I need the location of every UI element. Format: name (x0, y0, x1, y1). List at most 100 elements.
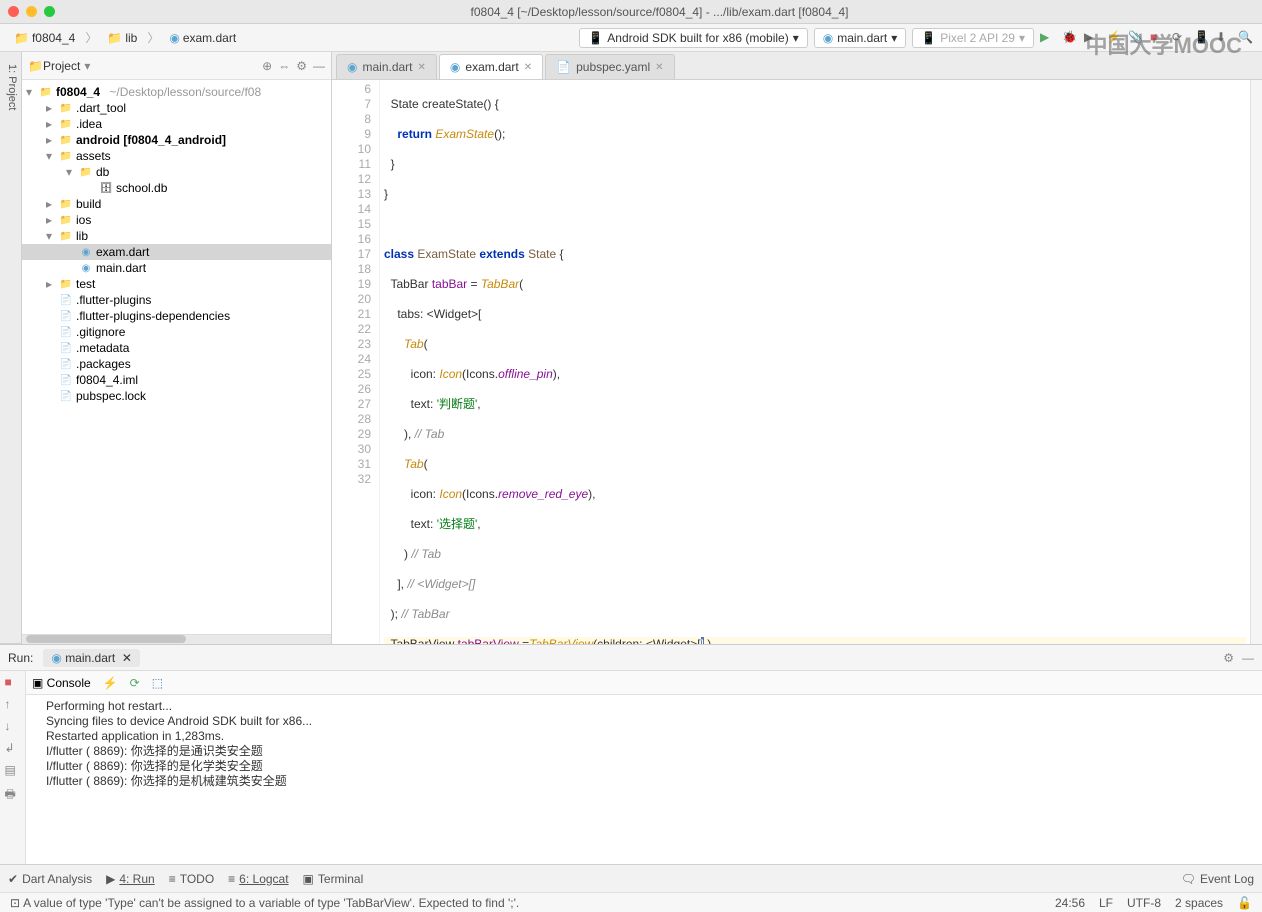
editor-scrollbar[interactable] (1250, 80, 1262, 644)
dart-analysis-tab[interactable]: ✔ Dart Analysis (8, 872, 92, 886)
run-panel: Run: ◉ main.dart ✕ ⚙ — ■ ↑ ↓ ↲ ▤ 🖶 ▣ Con… (0, 644, 1262, 864)
run-label: Run: (8, 651, 33, 665)
run-tab[interactable]: ▶ 4: Run (106, 872, 155, 886)
attach-icon[interactable]: 📎 (1128, 30, 1144, 46)
logcat-tab[interactable]: ≡ 6: Logcat (228, 872, 288, 886)
coverage-icon[interactable]: ▶ (1084, 30, 1100, 46)
indent[interactable]: 2 spaces (1175, 896, 1223, 910)
down-icon[interactable]: ↓ (5, 719, 21, 735)
avd-icon[interactable]: 📱 (1194, 30, 1210, 46)
breadcrumb-file[interactable]: ◉exam.dart (163, 29, 242, 47)
dropdown-icon[interactable]: ▾ (84, 59, 90, 73)
tree-root[interactable]: ▾📁f0804_4 ~/Desktop/lesson/source/f08 (22, 84, 331, 100)
console-tabs: ▣ Console ⚡ ⟳ ⬚ (26, 671, 1262, 695)
status-bar: ⊡ A value of type 'Type' can't be assign… (0, 892, 1262, 912)
tree-item[interactable]: 📄pubspec.lock (22, 388, 331, 404)
hide-icon[interactable]: — (1242, 651, 1254, 665)
target-icon[interactable]: ⊕ (262, 59, 272, 73)
close-icon[interactable]: ✕ (524, 62, 532, 73)
tree-item[interactable]: ▾📁assets (22, 148, 331, 164)
folder-icon: 📁 (28, 59, 43, 73)
gear-icon[interactable]: ⚙ (296, 59, 307, 73)
tree-item[interactable]: 📄.metadata (22, 340, 331, 356)
sync-icon[interactable]: ⟳ (1172, 30, 1188, 46)
run-file-chip[interactable]: ◉ main.dart ✕ (43, 649, 140, 667)
breadcrumb-sep: 〉 (147, 29, 159, 46)
tree-item[interactable]: ▾📁db (22, 164, 331, 180)
tree-item[interactable]: 📄.flutter-plugins (22, 292, 331, 308)
tree-item[interactable]: 📄f0804_4.iml (22, 372, 331, 388)
search-icon[interactable]: 🔍 (1238, 30, 1254, 46)
event-log-tab[interactable]: 🗨 Event Log (1181, 872, 1254, 886)
close-icon[interactable]: ✕ (418, 62, 426, 73)
editor-tab-exam[interactable]: ◉exam.dart✕ (439, 54, 543, 79)
status-message: A value of type 'Type' can't be assigned… (23, 896, 519, 910)
tree-item[interactable]: 📄.packages (22, 356, 331, 372)
hot-reload-icon[interactable]: ⚡ (103, 676, 118, 690)
close-window[interactable] (8, 6, 19, 17)
hot-reload-icon[interactable]: ⚡ (1106, 30, 1122, 46)
collapse-icon[interactable]: ⇔ (278, 59, 290, 73)
wrap-icon[interactable]: ↲ (5, 741, 21, 757)
gear-icon[interactable]: ⚙ (1223, 651, 1234, 665)
tab-project[interactable]: 1: Project (3, 52, 21, 644)
up-icon[interactable]: ↑ (5, 697, 21, 713)
run-header: Run: ◉ main.dart ✕ ⚙ — (0, 645, 1262, 671)
print-icon[interactable]: 🖶 (5, 785, 21, 801)
tab-resource-manager[interactable]: Resource Manager (0, 52, 3, 644)
sdk-icon[interactable]: ⬇ (1216, 30, 1232, 46)
code-editor[interactable]: 6789101112131415161718192021222324252627… (332, 80, 1262, 644)
tree-item[interactable]: ▸📁ios (22, 212, 331, 228)
code-content[interactable]: State createState() { return ExamState()… (380, 80, 1250, 644)
tree-scrollbar[interactable] (22, 634, 331, 644)
tree-item[interactable]: ▸📁.dart_tool (22, 100, 331, 116)
console-area: ▣ Console ⚡ ⟳ ⬚ Performing hot restart..… (26, 671, 1262, 864)
stop-icon[interactable]: ■ (5, 675, 21, 691)
project-tree[interactable]: ▾📁f0804_4 ~/Desktop/lesson/source/f08 ▸📁… (22, 80, 331, 634)
line-ending[interactable]: LF (1099, 896, 1113, 910)
editor-area: ◉main.dart✕ ◉exam.dart✕ 📄pubspec.yaml✕ 6… (332, 52, 1262, 644)
status-icon: ⊡ (10, 896, 20, 910)
tree-item[interactable]: 📄.gitignore (22, 324, 331, 340)
tree-item[interactable]: ▸📁android [f0804_4_android] (22, 132, 331, 148)
bottom-toolbar: ✔ Dart Analysis ▶ 4: Run ≡ TODO ≡ 6: Log… (0, 864, 1262, 892)
terminal-tab[interactable]: ▣ Terminal (303, 872, 364, 886)
device-selector[interactable]: 📱Android SDK built for x86 (mobile)▾ (579, 28, 807, 48)
tree-item[interactable]: ▸📁build (22, 196, 331, 212)
run-icon[interactable]: ▶ (1040, 30, 1056, 46)
run-config-selector[interactable]: ◉main.dart▾ (814, 28, 907, 48)
breadcrumb-bar: 📁f0804_4 〉 📁lib 〉 ◉exam.dart 📱Android SD… (0, 24, 1262, 52)
todo-tab[interactable]: ≡ TODO (169, 872, 214, 886)
tree-item-main[interactable]: ◉main.dart (22, 260, 331, 276)
minimize-window[interactable] (26, 6, 37, 17)
lock-icon[interactable]: 🔓 (1237, 896, 1252, 910)
editor-tab-pubspec[interactable]: 📄pubspec.yaml✕ (545, 54, 674, 79)
breadcrumb-sep: 〉 (85, 29, 97, 46)
encoding[interactable]: UTF-8 (1127, 896, 1161, 910)
maximize-window[interactable] (44, 6, 55, 17)
emulator-selector[interactable]: 📱Pixel 2 API 29▾ (912, 28, 1034, 48)
panel-title: Project (43, 59, 80, 73)
console-tab[interactable]: ▣ Console (32, 676, 91, 690)
breadcrumb-folder[interactable]: 📁lib (101, 29, 143, 47)
cursor-position: 24:56 (1055, 896, 1085, 910)
tree-item[interactable]: ▾📁lib (22, 228, 331, 244)
debug-icon[interactable]: 🐞 (1062, 30, 1078, 46)
line-gutter: 6789101112131415161718192021222324252627… (332, 80, 380, 644)
breadcrumb-project[interactable]: 📁f0804_4 (8, 29, 81, 47)
editor-tab-main[interactable]: ◉main.dart✕ (336, 54, 437, 79)
tree-item[interactable]: 📄.flutter-plugins-dependencies (22, 308, 331, 324)
hide-icon[interactable]: — (313, 59, 325, 73)
filter-icon[interactable]: ▤ (5, 763, 21, 779)
open-devtools-icon[interactable]: ⬚ (152, 676, 163, 690)
run-toolbar: ■ ↑ ↓ ↲ ▤ 🖶 (0, 671, 26, 864)
restart-icon[interactable]: ⟳ (130, 676, 140, 690)
tree-item[interactable]: ▸📁test (22, 276, 331, 292)
close-icon[interactable]: ✕ (655, 62, 663, 73)
window-title: f0804_4 [~/Desktop/lesson/source/f0804_4… (65, 5, 1254, 19)
tree-item-exam[interactable]: ◉exam.dart (22, 244, 331, 260)
console-output[interactable]: Performing hot restart... Syncing files … (26, 695, 1262, 864)
tree-item[interactable]: ▸📁.idea (22, 116, 331, 132)
tree-item[interactable]: 🗄school.db (22, 180, 331, 196)
stop-icon[interactable]: ■ (1150, 30, 1166, 46)
